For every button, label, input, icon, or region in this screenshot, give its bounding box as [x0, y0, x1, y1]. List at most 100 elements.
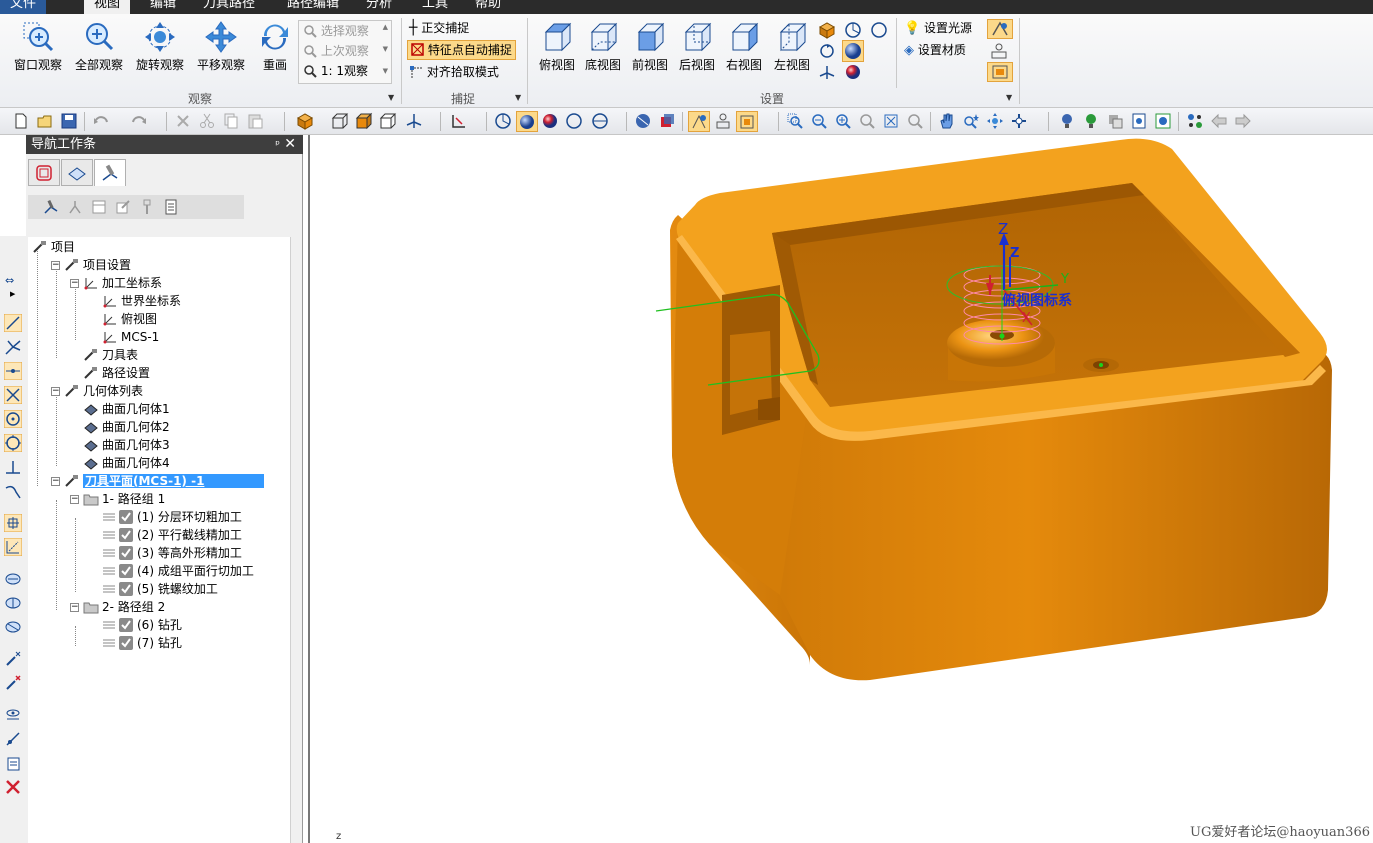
delete-icon[interactable] [174, 112, 192, 130]
list-scroll-up-icon[interactable]: ▲ [383, 23, 388, 31]
toolpath-operation-item[interactable]: (6) 钻孔 [102, 616, 182, 634]
tree-collapse-toggle[interactable]: − [70, 603, 79, 612]
tree-item[interactable]: 曲面几何体2 [83, 418, 170, 436]
tangent-tool-icon[interactable] [4, 482, 22, 500]
strip-arrow-icon[interactable]: ⇔ [5, 274, 14, 287]
tree-item[interactable]: MCS-1 [102, 328, 159, 346]
intersect-tool-icon[interactable] [4, 386, 22, 404]
pick-mode-3-button[interactable] [736, 111, 758, 132]
zoom-dynamic-icon[interactable] [858, 112, 876, 130]
red-sphere-small-icon[interactable] [541, 112, 559, 130]
center-tool-icon[interactable] [4, 410, 22, 428]
menu-edit[interactable]: 编辑 [140, 0, 186, 14]
all-observe-button[interactable]: 全部观察 [71, 20, 127, 73]
tree-item[interactable]: 2- 路径组 2 [83, 598, 165, 616]
shaded-sphere-small-button[interactable] [516, 111, 538, 132]
setup-group-launcher-icon[interactable]: ▼ [1006, 93, 1012, 102]
tree-item[interactable]: 曲面几何体3 [83, 436, 170, 454]
paste-icon[interactable] [246, 112, 264, 130]
set-material-item[interactable]: ◈ 设置材质 [904, 41, 966, 60]
forward-arrow-icon[interactable] [1234, 112, 1252, 130]
layer-box-icon[interactable] [658, 112, 676, 130]
tree-item[interactable]: 曲面几何体4 [83, 454, 170, 472]
menu-analysis[interactable]: 分析 [356, 0, 402, 14]
pin-icon[interactable]: ᵖ [275, 135, 280, 154]
outline-sphere-icon[interactable] [870, 21, 888, 39]
tree-item[interactable]: 项目设置 [64, 256, 131, 274]
front-view-button[interactable]: 前视图 [630, 20, 670, 73]
pick-mode-2-icon[interactable] [714, 112, 732, 130]
tree-item[interactable]: 世界坐标系 [102, 292, 181, 310]
back-arrow-icon[interactable] [1210, 112, 1228, 130]
tree-item[interactable]: 刀具平面(MCS-1) -1 [64, 472, 265, 490]
back-view-button[interactable]: 后视图 [677, 20, 717, 73]
zoom-fit-icon[interactable] [882, 112, 900, 130]
window-observe-button[interactable]: 窗口观察 [10, 20, 66, 73]
tree-scrollbar[interactable] [290, 237, 301, 843]
right-view-button[interactable]: 右视图 [724, 20, 764, 73]
tool-edit-icon[interactable] [114, 198, 132, 216]
toolpath-operation-item[interactable]: (3) 等高外形精加工 [102, 544, 242, 562]
shaded-cube-icon[interactable] [818, 21, 836, 39]
feature-point-snap-item[interactable]: 特征点自动捕捉 [407, 40, 516, 60]
pan-observe-button[interactable]: 平移观察 [193, 20, 249, 73]
orbit-icon[interactable] [1010, 112, 1028, 130]
red-sphere-icon[interactable] [844, 63, 862, 81]
hidden-line-box-icon[interactable] [379, 112, 397, 130]
toolpath-operation-item[interactable]: (2) 平行截线精加工 [102, 526, 242, 544]
last-observe-item[interactable]: 上次观察 [303, 42, 369, 60]
tree-item[interactable]: 曲面几何体1 [83, 400, 170, 418]
redraw-button[interactable]: 重画 [255, 20, 295, 73]
tab-surface[interactable] [61, 159, 93, 186]
tab-geometry[interactable] [28, 159, 60, 186]
outline-sphere-small-icon[interactable] [565, 112, 583, 130]
view-axis-icon[interactable] [405, 112, 423, 130]
snap-group-launcher-icon[interactable]: ▼ [515, 93, 521, 102]
one-to-one-observe-item[interactable]: 1: 1观察 [303, 62, 368, 80]
delete-red-icon[interactable] [4, 778, 22, 796]
pick-plus-icon[interactable] [4, 650, 22, 668]
cut-icon[interactable] [198, 112, 216, 130]
new-file-icon[interactable] [12, 112, 30, 130]
zoom-window-small-icon[interactable] [786, 112, 804, 130]
menu-file[interactable]: 文件 [0, 0, 47, 14]
toolpath-operation-item[interactable]: (4) 成组平面行切加工 [102, 562, 254, 580]
tree-item[interactable]: 1- 路径组 1 [83, 490, 165, 508]
wire-sphere-icon[interactable] [844, 21, 862, 39]
toolpath-operation-item[interactable]: (7) 钻孔 [102, 634, 182, 652]
connect-icon[interactable] [4, 730, 22, 748]
pick-mode-1-button[interactable] [688, 111, 710, 132]
zoom-star-icon[interactable] [962, 112, 980, 130]
tree-item[interactable]: 刀具表 [83, 346, 138, 364]
wire-box-icon[interactable] [331, 112, 349, 130]
perpendicular-tool-icon[interactable] [4, 458, 22, 476]
zoom-in-icon[interactable] [834, 112, 852, 130]
bottom-view-button[interactable]: 底视图 [583, 20, 623, 73]
shaded-sphere-button[interactable] [842, 40, 864, 62]
grid-tool-icon[interactable] [4, 514, 22, 532]
tree-item[interactable]: 项目 [32, 238, 75, 256]
list-expand-icon[interactable]: ▼ [383, 67, 388, 75]
display-mode-2-icon[interactable] [989, 42, 1009, 60]
material-sphere-icon[interactable] [634, 112, 652, 130]
rotate-observe-button[interactable]: 旋转观察 [132, 20, 188, 73]
tool-path-icon[interactable] [42, 198, 60, 216]
menu-path-edit[interactable]: 路径编辑 [277, 0, 349, 14]
list-scroll-down-icon[interactable]: ▼ [383, 45, 388, 53]
redo-icon[interactable] [130, 112, 148, 130]
copy-icon[interactable] [222, 112, 240, 130]
menu-help[interactable]: 帮助 [465, 0, 511, 14]
tree-collapse-toggle[interactable]: − [70, 279, 79, 288]
layer-eye-icon[interactable] [4, 706, 22, 724]
view-history-list[interactable]: 选择观察 上次观察 1: 1观察 ▲ ▼ ▼ [298, 20, 392, 84]
zoom-out-icon[interactable] [810, 112, 828, 130]
section-sphere-icon[interactable] [591, 112, 609, 130]
line-tool-icon[interactable] [4, 314, 22, 332]
toolpath-operation-item[interactable]: (5) 铣螺纹加工 [102, 580, 218, 598]
tool-drill-icon[interactable] [138, 198, 156, 216]
strip-expand-icon[interactable]: ▶ [10, 290, 15, 298]
menu-toolpath[interactable]: 刀具路径 [193, 0, 265, 14]
branch-tool-icon[interactable] [4, 338, 22, 356]
menu-tools[interactable]: 工具 [412, 0, 458, 14]
surface-2-icon[interactable] [4, 594, 22, 612]
